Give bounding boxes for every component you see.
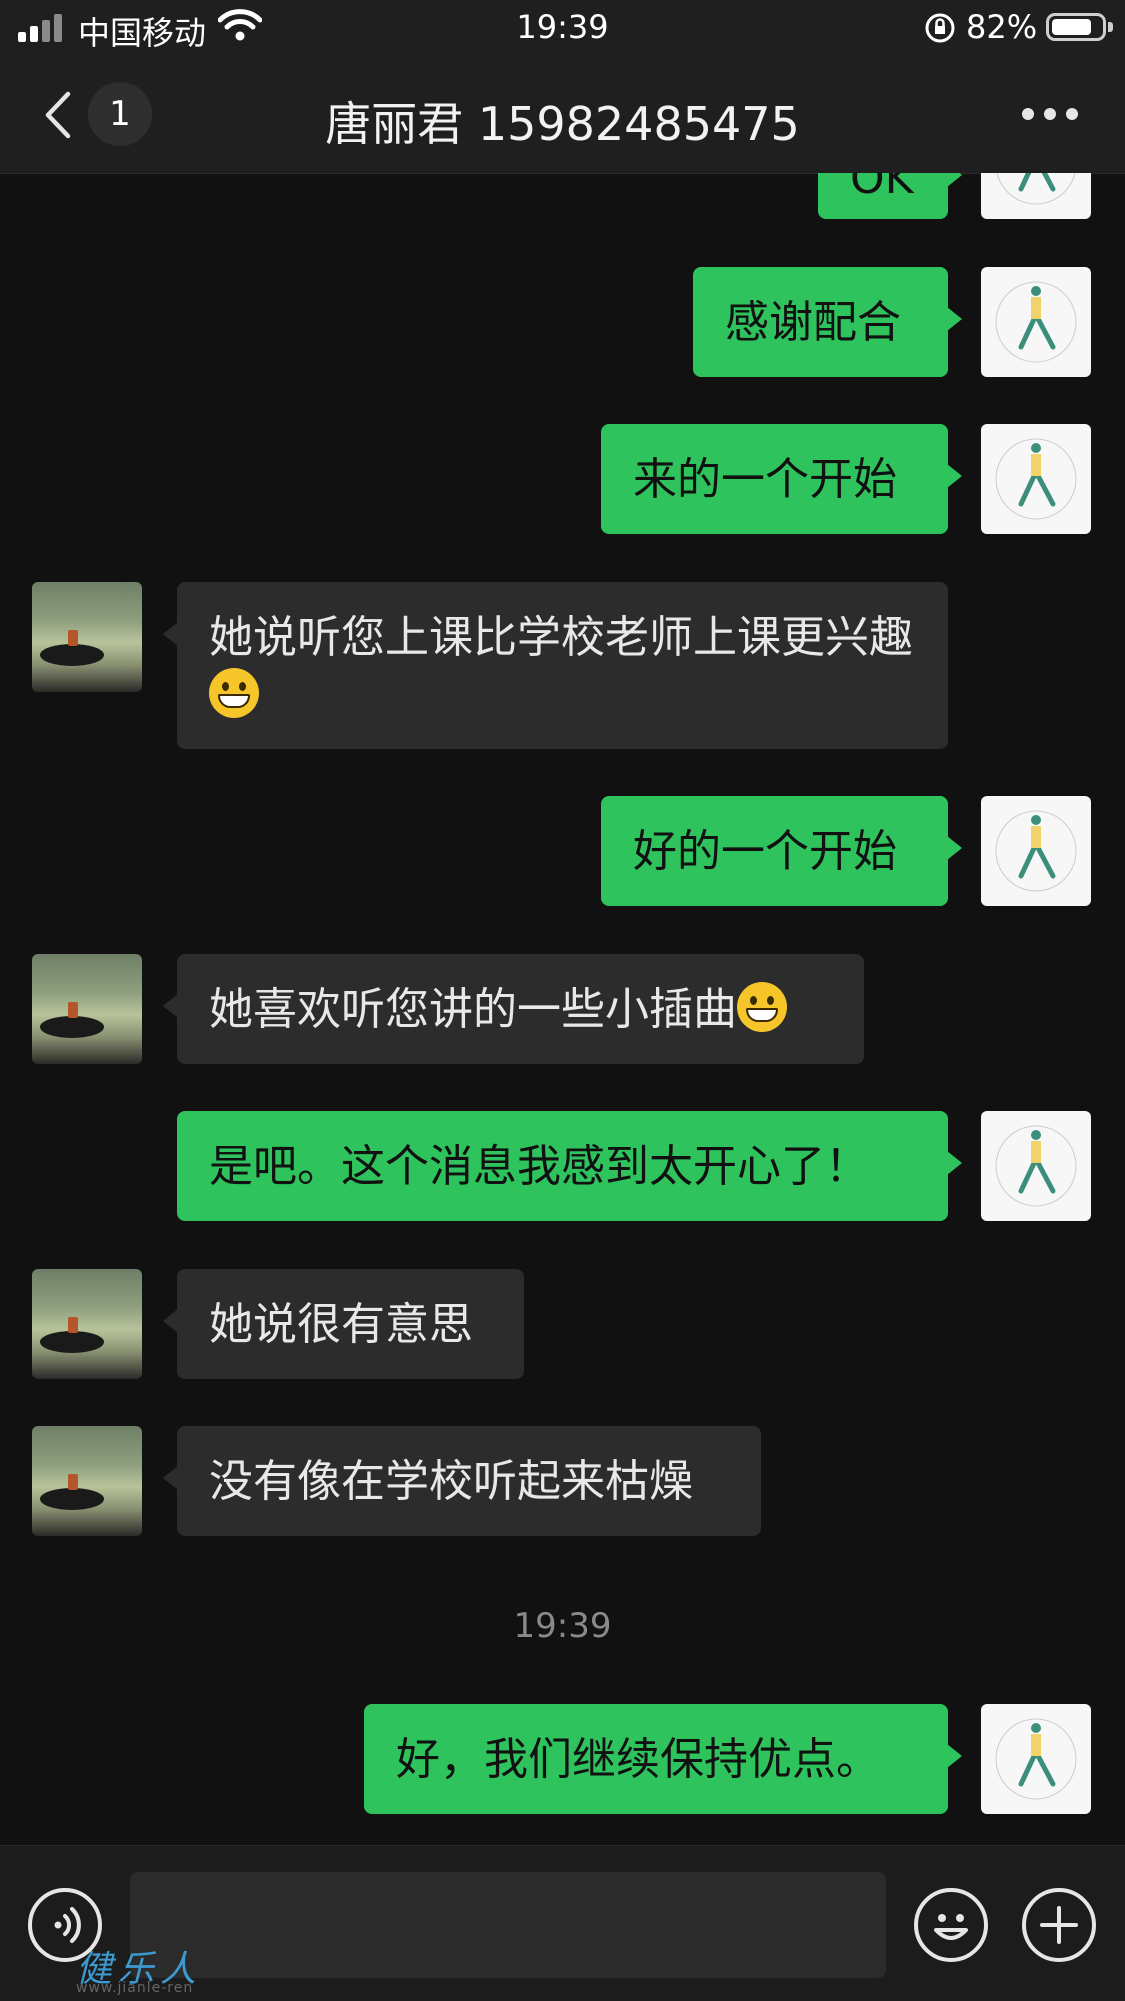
orientation-lock-icon [925,13,955,43]
message-text: 好的一个开始 [633,826,897,877]
chat-header: 1 唐丽君 15982485475 [0,56,1125,174]
message-text: 来的一个开始 [633,454,897,505]
battery-percent: 82% [966,8,1038,46]
message-text: 她说听您上课比学校老师上课更兴趣 [209,612,913,663]
message-input[interactable] [130,1872,886,1978]
contact-avatar[interactable] [32,954,142,1064]
message-bubble-sent[interactable]: 是吧。这个消息我感到太开心了！ [177,1111,962,1221]
status-bar: 中国移动 19:39 82% [0,0,1125,56]
battery-icon [1046,13,1106,41]
message-text: 没有像在学校听起来枯燥 [209,1456,693,1507]
message-text: 好，我们继续保持优点。 [396,1734,880,1785]
brand-watermark: 健乐人 www.jianle-ren [14,1940,202,1996]
chat-timestamp: 19:39 [513,1606,612,1646]
my-avatar[interactable] [981,267,1091,377]
chat-title: 唐丽君 15982485475 [325,97,800,151]
my-avatar[interactable] [981,1111,1091,1221]
message-bubble-sent[interactable]: 感谢配合 [693,267,962,377]
emoji-icon[interactable] [914,1888,988,1962]
message-bubble-sent[interactable]: 好，我们继续保持优点。 [364,1704,962,1814]
battery-cap [1108,22,1113,32]
contact-avatar[interactable] [32,1426,142,1536]
message-text: 是吧。这个消息我感到太开心了！ [209,1141,869,1192]
message-bubble-received[interactable]: 她说听您上课比学校老师上课更兴趣 [163,582,948,749]
my-avatar[interactable] [981,1704,1091,1814]
message-text: OK [850,173,914,204]
plus-icon[interactable] [1022,1888,1096,1962]
message-text: 感谢配合 [725,297,901,348]
message-bubble-sent[interactable]: 好的一个开始 [601,796,962,906]
message-list[interactable]: OK 感谢配合 来的一个开始 她说听您上课比学校老师上课更兴趣 好的一个开始 她… [0,173,1125,1845]
message-bubble-sent[interactable]: OK [818,173,962,219]
message-bubble-received[interactable]: 她喜欢听您讲的一些小插曲 [163,954,864,1064]
my-avatar[interactable] [981,796,1091,906]
grinning-face-icon [737,982,787,1032]
message-bubble-received[interactable]: 没有像在学校听起来枯燥 [163,1426,761,1536]
my-avatar[interactable] [981,173,1091,219]
grinning-face-icon [209,668,259,718]
status-time: 19:39 [516,8,609,46]
message-bubble-received[interactable]: 她说很有意思 [163,1269,524,1379]
more-dots-icon[interactable] [1022,104,1078,120]
contact-avatar[interactable] [32,582,142,692]
message-text: 她说很有意思 [209,1299,473,1350]
my-avatar[interactable] [981,424,1091,534]
message-text: 她喜欢听您讲的一些小插曲 [209,984,737,1035]
message-bubble-sent[interactable]: 来的一个开始 [601,424,962,534]
contact-avatar[interactable] [32,1269,142,1379]
watermark-url: www.jianle-ren [76,1980,194,1996]
